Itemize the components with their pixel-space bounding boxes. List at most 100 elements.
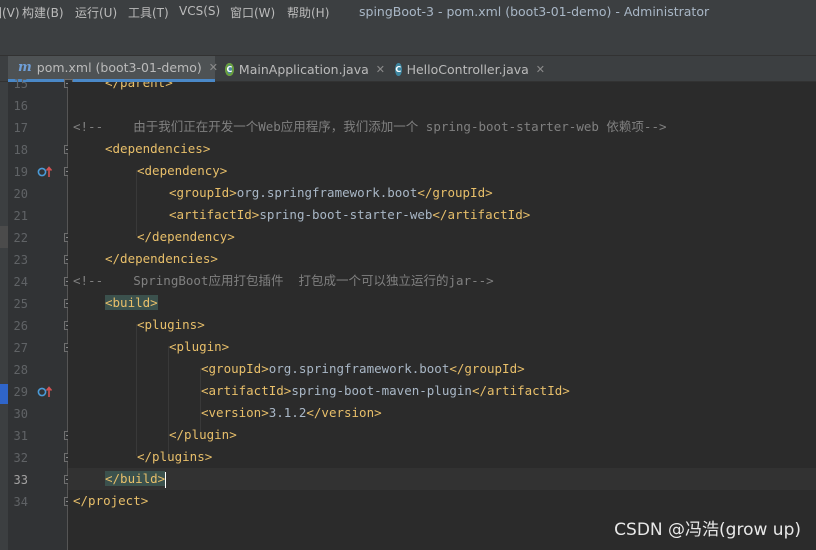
line-number: 27 xyxy=(13,341,28,355)
xml-tag: <groupId> xyxy=(201,361,269,376)
xml-tag: <plugins> xyxy=(137,317,205,332)
menu-window[interactable]: 窗口(W) xyxy=(230,4,275,21)
xml-tag: </plugins> xyxy=(137,449,213,464)
code-line-21: <artifactId>spring-boot-starter-web</art… xyxy=(169,204,530,226)
tab-label: pom.xml (boot3-01-demo) xyxy=(36,60,202,75)
xml-tag: <artifactId> xyxy=(169,207,260,222)
code-line-26: <plugins> xyxy=(137,314,205,336)
xml-value: org.springframework.boot xyxy=(268,361,450,376)
pane-row xyxy=(0,226,8,248)
xml-tag: </groupId> xyxy=(417,185,493,200)
xml-tag: <version> xyxy=(201,405,269,420)
matched-tag: <build> xyxy=(105,295,158,310)
code-line-24: <!-- SpringBoot应用打包插件 打包成一个可以独立运行的jar--> xyxy=(73,270,494,292)
xml-tag: </dependency> xyxy=(137,229,235,244)
xml-value: spring-boot-maven-plugin xyxy=(291,383,472,398)
code-line-33: </build> xyxy=(105,468,167,490)
menu-help[interactable]: 帮助(H) xyxy=(287,4,329,21)
code-line-15: </parent> xyxy=(105,82,173,94)
xml-value: org.springframework.boot xyxy=(236,185,418,200)
line-number: 15 xyxy=(13,77,28,91)
line-number: 23 xyxy=(13,253,28,267)
xml-value: spring-boot-starter-web xyxy=(259,207,433,222)
code-line-31: </plugin> xyxy=(169,424,237,446)
menu-vcs[interactable]: VCS(S) xyxy=(179,4,220,18)
close-icon[interactable]: ✕ xyxy=(536,63,545,76)
code-line-34: </project> xyxy=(73,490,148,512)
line-number: 21 xyxy=(13,209,28,223)
xml-tag: </version> xyxy=(306,405,382,420)
line-number: 30 xyxy=(13,407,28,421)
line-number: 17 xyxy=(13,121,28,135)
xml-comment: <!-- 由于我们正在开发一个Web应用程序，我们添加一个 spring-boo… xyxy=(73,119,667,134)
current-line-number: 33 xyxy=(13,473,28,487)
line-number: 22 xyxy=(13,231,28,245)
close-icon[interactable]: ✕ xyxy=(376,63,385,76)
tab-label: HelloController.java xyxy=(406,61,529,77)
xml-value: 3.1.2 xyxy=(268,405,307,420)
line-number: 31 xyxy=(13,429,28,443)
xml-tag: <dependencies> xyxy=(105,141,211,156)
tab-main-application[interactable]: C MainApplication.java ✕ xyxy=(215,56,385,82)
code-editor[interactable]: </parent> <!-- 由于我们正在开发一个Web应用程序，我们添加一个 … xyxy=(68,82,816,550)
line-number: 19 xyxy=(13,165,28,179)
project-pane-edge[interactable] xyxy=(0,82,8,550)
toolbar-area xyxy=(0,24,816,56)
line-number: 28 xyxy=(13,363,28,377)
xml-tag: </artifactId> xyxy=(471,383,570,398)
menu-view[interactable]: 图(V) xyxy=(0,4,20,21)
override-marker-icon[interactable] xyxy=(37,165,53,179)
xml-tag: <dependency> xyxy=(137,163,228,178)
tab-hello-controller[interactable]: C HelloController.java ✕ xyxy=(385,56,545,82)
xml-tag: </artifactId> xyxy=(432,207,531,222)
code-line-22: </dependency> xyxy=(137,226,235,248)
tab-pom-xml[interactable]: m pom.xml (boot3-01-demo) ✕ xyxy=(8,56,218,82)
code-line-29: <artifactId>spring-boot-maven-plugin</ar… xyxy=(201,380,570,402)
menu-build[interactable]: 构建(B) xyxy=(22,4,64,21)
code-line-19: <dependency> xyxy=(137,160,227,182)
tab-label: MainApplication.java xyxy=(238,61,369,77)
line-number: 18 xyxy=(13,143,28,157)
xml-tag: </plugin> xyxy=(169,427,237,442)
current-line-highlight xyxy=(68,468,816,490)
line-number: 26 xyxy=(13,319,28,333)
menu-bar: 图(V) 构建(B) 运行(U) 工具(T) VCS(S) 窗口(W) 帮助(H… xyxy=(0,0,816,24)
xml-tag: <groupId> xyxy=(169,185,237,200)
code-line-28: <groupId>org.springframework.boot</group… xyxy=(201,358,525,380)
code-line-27: <plugin> xyxy=(169,336,229,358)
line-number: 29 xyxy=(13,385,28,399)
line-number: 16 xyxy=(13,99,28,113)
line-number: 25 xyxy=(13,297,28,311)
xml-comment: <!-- SpringBoot应用打包插件 打包成一个可以独立运行的jar--> xyxy=(73,273,494,288)
window-title: spingBoot-3 - pom.xml (boot3-01-demo) - … xyxy=(359,4,710,19)
code-line-30: <version>3.1.2</version> xyxy=(201,402,382,424)
line-number: 20 xyxy=(13,187,28,201)
code-line-20: <groupId>org.springframework.boot</group… xyxy=(169,182,493,204)
code-line-23: </dependencies> xyxy=(105,248,218,270)
line-number-gutter[interactable]: 15 16 17 18 19 20 21 22 23 24 25 26 27 2… xyxy=(8,77,73,550)
watermark: CSDN @冯浩(grow up) xyxy=(614,520,801,540)
xml-tag: </dependencies> xyxy=(105,251,218,266)
spring-class-icon: C xyxy=(225,62,234,76)
code-line-18: <dependencies> xyxy=(105,138,210,160)
indent-guide xyxy=(136,324,137,456)
code-line-32: </plugins> xyxy=(137,446,212,468)
menu-run[interactable]: 运行(U) xyxy=(75,4,117,21)
editor-tab-bar: m pom.xml (boot3-01-demo) ✕ C MainApplic… xyxy=(0,56,816,82)
line-number: 32 xyxy=(13,451,28,465)
line-number: 34 xyxy=(13,495,28,509)
xml-tag: </project> xyxy=(73,493,149,508)
class-icon: C xyxy=(395,62,402,76)
matched-tag: </build> xyxy=(105,471,166,486)
code-line-17: <!-- 由于我们正在开发一个Web应用程序，我们添加一个 spring-boo… xyxy=(73,116,667,138)
xml-tag: </groupId> xyxy=(449,361,525,376)
override-marker-icon[interactable] xyxy=(37,385,53,399)
pane-selected-row xyxy=(0,384,8,404)
code-line-25: <build> xyxy=(105,292,158,314)
text-caret xyxy=(165,471,167,488)
xml-tag: </parent> xyxy=(105,82,173,90)
menu-tools[interactable]: 工具(T) xyxy=(128,4,169,21)
xml-tag: <artifactId> xyxy=(201,383,292,398)
xml-tag: <plugin> xyxy=(169,339,230,354)
line-number: 24 xyxy=(13,275,28,289)
